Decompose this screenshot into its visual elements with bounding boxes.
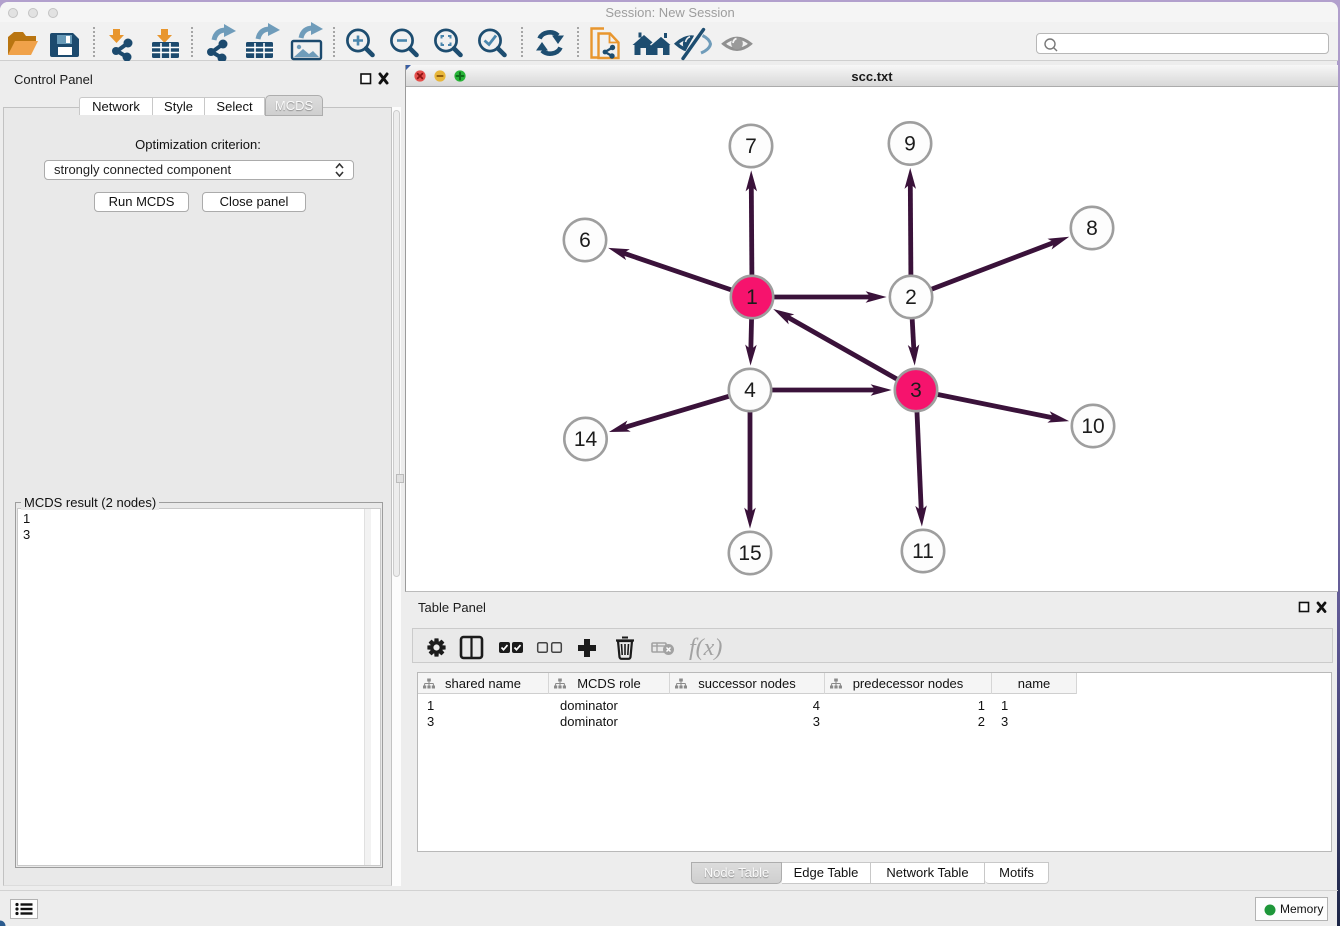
svg-text:14: 14 <box>574 428 598 451</box>
svg-text:2: 2 <box>905 286 917 309</box>
svg-text:f(x): f(x) <box>689 635 722 661</box>
svg-text:3: 3 <box>910 379 922 402</box>
svg-text:7: 7 <box>745 135 757 158</box>
svg-text:15: 15 <box>738 542 761 565</box>
svg-text:10: 10 <box>1081 415 1104 438</box>
svg-text:11: 11 <box>912 540 934 563</box>
svg-text:9: 9 <box>904 133 916 156</box>
svg-text:8: 8 <box>1086 217 1098 240</box>
svg-text:4: 4 <box>744 379 756 402</box>
svg-text:6: 6 <box>579 229 591 252</box>
svg-text:1: 1 <box>746 286 758 309</box>
